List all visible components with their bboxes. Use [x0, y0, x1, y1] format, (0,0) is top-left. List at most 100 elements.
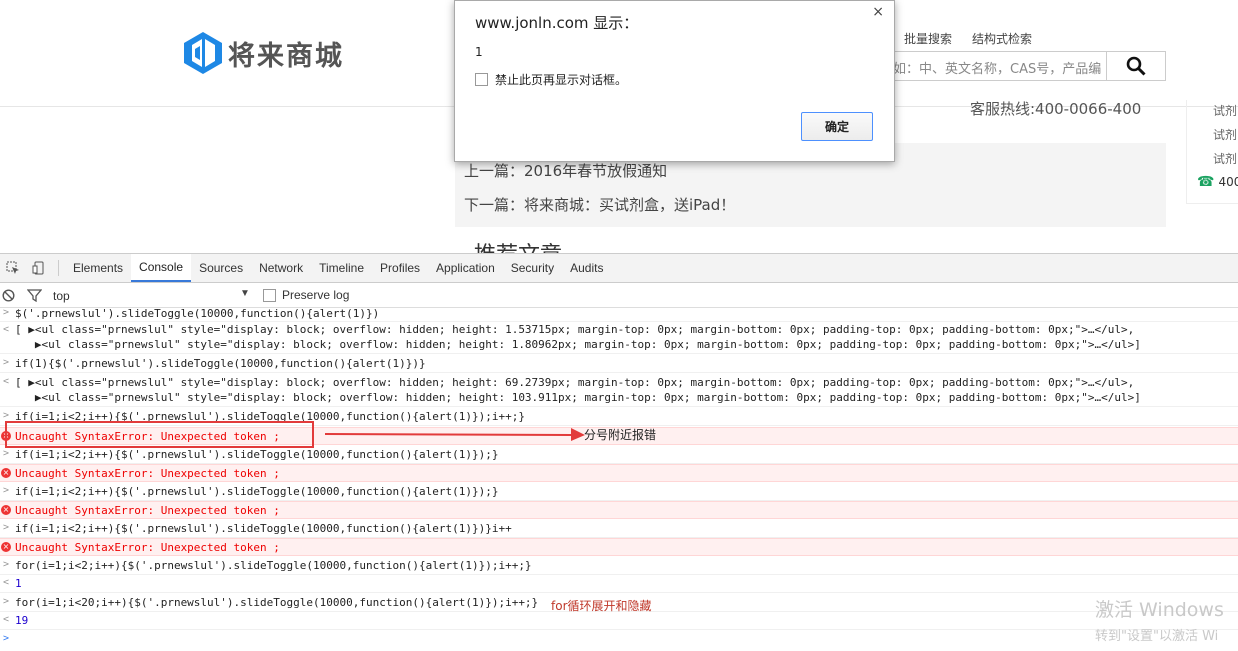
console-line: for(i=1;i<20;i++){$('.prnewslul').slideT… [15, 596, 539, 609]
dialog-message: 1 [475, 45, 483, 59]
console-output-row: < [ ▶<ul class="prnewslul" style="displa… [0, 374, 1238, 407]
arrow-right-icon [325, 428, 585, 441]
side-phone[interactable]: ☎ 400 [1197, 174, 1238, 190]
tab-timeline[interactable]: Timeline [311, 254, 372, 282]
console-line: 1 [15, 577, 22, 590]
input-prompt-icon: > [3, 559, 10, 570]
tab-sources[interactable]: Sources [191, 254, 251, 282]
console-line: if(1){$('.prnewslul').slideToggle(10000,… [15, 357, 426, 370]
close-icon[interactable]: × [872, 4, 884, 20]
site-logo[interactable]: 将来商城 [180, 27, 344, 79]
console-line: Uncaught SyntaxError: Unexpected token ; [15, 504, 280, 517]
activation-watermark: 激活 Windows 转到"设置"以激活 Wi [1095, 595, 1224, 644]
recommend-heading: 推荐文章 [474, 237, 562, 253]
tab-security[interactable]: Security [503, 254, 562, 282]
console-line[interactable]: ▶<ul class="prnewslul" style="display: b… [15, 391, 1141, 404]
batch-search-link[interactable]: 批量搜索 [904, 30, 952, 47]
side-item[interactable]: 试剂 [1213, 126, 1237, 143]
dialog-title: www.jonln.com 显示： [475, 14, 639, 32]
input-prompt-icon: > [3, 596, 10, 607]
inspect-icon[interactable] [0, 254, 26, 282]
output-arrow-icon: < [3, 614, 10, 625]
tab-profiles[interactable]: Profiles [372, 254, 428, 282]
console-error-row: × Uncaught SyntaxError: Unexpected token… [0, 464, 1238, 482]
chevron-down-icon[interactable]: ▼ [240, 288, 250, 299]
structure-search-link[interactable]: 结构式检索 [972, 30, 1032, 47]
prev-article-link[interactable]: 上一篇：2016年春节放假通知 [464, 160, 667, 181]
console-output-row: < [ ▶<ul class="prnewslul" style="displa… [0, 322, 1238, 354]
side-item[interactable]: 试剂 [1213, 102, 1237, 119]
search-button[interactable] [1106, 51, 1166, 81]
hotline-text: 客服热线:400-0066-400 [970, 100, 1142, 118]
suppress-dialogs-checkbox[interactable]: 禁止此页再显示对话框。 [475, 71, 627, 88]
annotation-error: 分号附近报错 [584, 428, 657, 442]
search-input[interactable]: 如：中、英文名称，CAS号，产品编 [860, 51, 1106, 81]
error-highlight-box [5, 421, 314, 448]
tab-console[interactable]: Console [131, 254, 192, 282]
error-icon: × [1, 468, 11, 478]
input-prompt-icon: > [3, 448, 10, 459]
console-input-row: > if(1){$('.prnewslul').slideToggle(1000… [0, 355, 1238, 373]
console-line[interactable]: [ ▶<ul class="prnewslul" style="display:… [15, 323, 1134, 336]
filter-icon[interactable] [27, 289, 42, 302]
checkbox-box[interactable] [263, 288, 276, 302]
console-input-row: > $('.prnewslul').slideToggle(10000,func… [0, 306, 1238, 322]
output-arrow-icon: < [3, 324, 10, 335]
side-phone-number: 400 [1218, 175, 1238, 189]
console-error-row: × Uncaught SyntaxError: Unexpected token… [0, 501, 1238, 519]
console-output-row: < 19 [0, 612, 1238, 630]
console-input-row: > if(i=1;i<2;i++){$('.prnewslul').slideT… [0, 483, 1238, 501]
input-prompt-icon: > [3, 307, 10, 318]
tab-audits[interactable]: Audits [562, 254, 611, 282]
console-line: for(i=1;i<2;i++){$('.prnewslul').slideTo… [15, 559, 532, 572]
error-icon: × [1, 542, 11, 552]
tab-network[interactable]: Network [251, 254, 311, 282]
clear-console-icon[interactable] [2, 289, 15, 302]
devtools-panel: Elements Console Sources Network Timelin… [0, 253, 1238, 651]
prompt-caret-icon: > [3, 633, 10, 644]
console-line[interactable]: ▶<ul class="prnewslul" style="display: b… [15, 338, 1141, 351]
alert-dialog: www.jonln.com 显示： × 1 禁止此页再显示对话框。 确定 [454, 0, 895, 162]
tab-elements[interactable]: Elements [65, 254, 131, 282]
console-line[interactable]: [ ▶<ul class="prnewslul" style="display:… [15, 376, 1134, 389]
ok-button[interactable]: 确定 [801, 112, 873, 141]
logo-mark-icon [184, 32, 222, 74]
console-line: $('.prnewslul').slideToggle(10000,functi… [15, 307, 380, 320]
console-line: if(i=1;i<2;i++){$('.prnewslul').slideTog… [15, 448, 499, 461]
checkbox-box[interactable] [475, 73, 488, 86]
watermark-line1: 激活 Windows [1095, 599, 1224, 621]
input-prompt-icon: > [3, 522, 10, 533]
logo-text: 将来商城 [228, 40, 344, 72]
side-panel: 试剂 试剂 试剂 ☎ 400 [1186, 100, 1238, 204]
console-line: if(i=1;i<2;i++){$('.prnewslul').slideTog… [15, 522, 512, 535]
context-selector[interactable]: top [53, 289, 70, 303]
input-prompt-icon: > [3, 357, 10, 368]
device-mode-icon[interactable] [26, 254, 52, 282]
console-filter-bar: top ▼ Preserve log [0, 284, 1238, 308]
error-icon: × [1, 505, 11, 515]
input-prompt-icon: > [3, 410, 10, 421]
side-item[interactable]: 试剂 [1213, 150, 1237, 167]
tab-application[interactable]: Application [428, 254, 503, 282]
output-arrow-icon: < [3, 376, 10, 387]
checkbox-label: 禁止此页再显示对话框。 [495, 73, 628, 87]
console-input-row: > if(i=1;i<2;i++){$('.prnewslul').slideT… [0, 520, 1238, 538]
next-article-link[interactable]: 下一篇：将来商城：买试剂盒，送iPad！ [464, 194, 735, 215]
preserve-log-label: Preserve log [282, 288, 350, 302]
console-line: Uncaught SyntaxError: Unexpected token ; [15, 467, 280, 480]
console-line: if(i=1;i<2;i++){$('.prnewslul').slideTog… [15, 485, 499, 498]
input-prompt-icon: > [3, 485, 10, 496]
annotation-loop: for循环展开和隐藏 [551, 599, 652, 613]
output-arrow-icon: < [3, 577, 10, 588]
search-icon [1126, 56, 1146, 76]
console-error-row: × Uncaught SyntaxError: Unexpected token… [0, 538, 1238, 556]
devtools-tabbar: Elements Console Sources Network Timelin… [0, 254, 1238, 283]
console-input-row: > for(i=1;i<2;i++){$('.prnewslul').slide… [0, 557, 1238, 575]
watermark-line2: 转到"设置"以激活 Wi [1095, 629, 1219, 644]
console-input-row: > if(i=1;i<2;i++){$('.prnewslul').slideT… [0, 446, 1238, 464]
console-prompt-row[interactable]: > [0, 631, 1238, 649]
top-links: 批量搜索 结构式检索 [904, 30, 1032, 47]
preserve-log-checkbox[interactable]: Preserve log [263, 288, 349, 302]
console-line: Uncaught SyntaxError: Unexpected token ; [15, 541, 280, 554]
console-output-row: < 1 [0, 575, 1238, 593]
